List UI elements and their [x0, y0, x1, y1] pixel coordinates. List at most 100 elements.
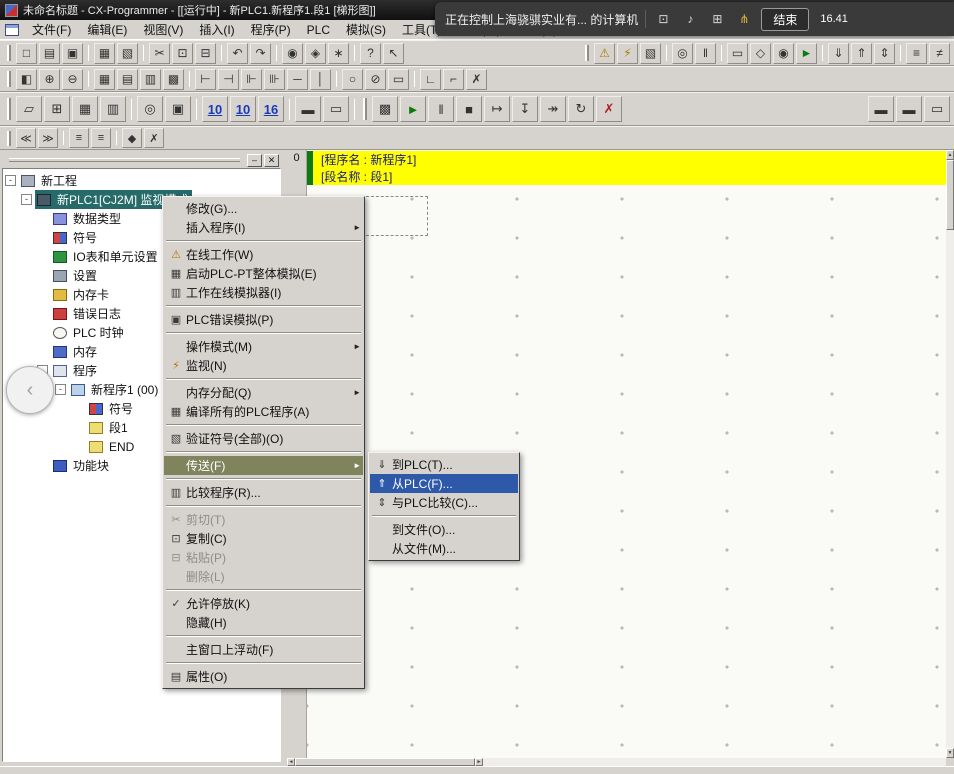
compare-with-plc-button[interactable]: ⇕ — [874, 43, 895, 64]
simulator-stop-button[interactable]: ■ — [456, 96, 482, 122]
scroll-up-button[interactable]: ▲ — [946, 150, 954, 160]
contact-closed-button[interactable]: ⊣ — [218, 69, 239, 90]
debug-mode-button[interactable]: ◇ — [750, 43, 771, 64]
vertical-scrollbar[interactable]: ▲ ▼ — [946, 150, 954, 758]
io-comment-button[interactable]: ▥ — [140, 69, 161, 90]
pane-minimize-button[interactable]: – — [247, 154, 262, 167]
zoom-out-button[interactable]: ⊖ — [62, 69, 83, 90]
instruction-button[interactable]: ▭ — [388, 69, 409, 90]
menu-file[interactable]: 文件(F) — [24, 19, 79, 40]
context-menu-item-modify[interactable]: 修改(G)... — [164, 199, 363, 218]
comment-rows-button[interactable]: ▬ — [295, 96, 321, 122]
cut-button[interactable]: ✂ — [149, 43, 170, 64]
submenu-item-from-file[interactable]: 从文件(M)... — [370, 539, 518, 558]
submenu-item-to-plc[interactable]: ⇓到PLC(T)... — [370, 455, 518, 474]
context-menu-item-memory-allocation[interactable]: 内存分配(Q)► — [164, 383, 363, 402]
context-menu-item-work-online[interactable]: ⚠在线工作(W) — [164, 245, 363, 264]
tile-windows-button[interactable]: ⊞ — [44, 96, 70, 122]
search-all-button[interactable]: ∗ — [328, 43, 349, 64]
horizontal-scroll-thumb[interactable] — [295, 758, 475, 766]
scroll-down-button[interactable]: ▼ — [946, 748, 954, 758]
vertical-scroll-thumb[interactable] — [946, 160, 954, 230]
context-menu-item-verify-symbols[interactable]: ▧验证符号(全部)(O) — [164, 429, 363, 448]
menu-insert[interactable]: 插入(I) — [191, 19, 242, 40]
pane-close-button[interactable]: ✕ — [264, 154, 279, 167]
context-menu-item-float-in-main-window[interactable]: 主窗口上浮动(F) — [164, 640, 363, 659]
vertical-line-button[interactable]: │ — [310, 69, 331, 90]
delete-rung-button[interactable]: ✗ — [466, 69, 487, 90]
redo-button[interactable]: ↷ — [250, 43, 271, 64]
monitor-toggle-button[interactable]: ◎ — [672, 43, 693, 64]
paste-button[interactable]: ⊟ — [195, 43, 216, 64]
horizontal-line-button[interactable]: ─ — [287, 69, 308, 90]
menu-plc[interactable]: PLC — [299, 21, 338, 39]
context-menu-item-plc-error-simulation[interactable]: ▣PLC错误模拟(P) — [164, 310, 363, 329]
expander-icon[interactable]: - — [5, 175, 16, 186]
coil-button[interactable]: ○ — [342, 69, 363, 90]
help-button[interactable]: ? — [360, 43, 381, 64]
step-run-button[interactable]: ↦ — [484, 96, 510, 122]
usb-icon[interactable]: ⋔ — [734, 10, 754, 28]
outdent-rung-button[interactable]: ≪ — [16, 128, 36, 148]
scroll-right-button[interactable]: ► — [475, 758, 483, 766]
symbol-bar-button[interactable]: ≡ — [69, 128, 89, 148]
scan-run-button[interactable]: ↻ — [568, 96, 594, 122]
end-session-button[interactable]: 结束 — [761, 8, 809, 31]
breakpoint-button[interactable]: ✗ — [596, 96, 622, 122]
context-menu-item-copy[interactable]: ⊡复制(C) — [164, 529, 363, 548]
or-contact-closed-button[interactable]: ⊪ — [264, 69, 285, 90]
expand-icon[interactable]: ⊞ — [707, 10, 727, 28]
watch-pane-button[interactable]: ▬ — [896, 96, 922, 122]
transfer-from-plc-button[interactable]: ⇑ — [851, 43, 872, 64]
force-set-button[interactable]: ≡ — [906, 43, 927, 64]
submenu-item-to-file[interactable]: 到文件(O)... — [370, 520, 518, 539]
simulator-online-button[interactable]: ▩ — [372, 96, 398, 122]
rung-comment-button[interactable]: ▩ — [163, 69, 184, 90]
menu-simulation[interactable]: 模拟(S) — [338, 19, 394, 40]
menu-program[interactable]: 程序(P) — [243, 19, 299, 40]
watch-window-button[interactable]: ▥ — [100, 96, 126, 122]
menu-edit[interactable]: 编辑(E) — [79, 19, 135, 40]
closed-coil-button[interactable]: ⊘ — [365, 69, 386, 90]
memory-pane-button[interactable]: ▭ — [924, 96, 950, 122]
remote-side-handle[interactable]: ‹ — [6, 366, 54, 414]
block-end-button[interactable]: ⌐ — [443, 69, 464, 90]
print-button[interactable]: ▦ — [94, 43, 115, 64]
navigate-button[interactable]: ◆ — [122, 128, 142, 148]
block-start-button[interactable]: ∟ — [420, 69, 441, 90]
cross-reference-button[interactable]: ◎ — [137, 96, 163, 122]
submenu-item-from-plc[interactable]: ⇑从PLC(F)... — [370, 474, 518, 493]
comment-bar-button[interactable]: ≡ — [91, 128, 111, 148]
undo-button[interactable]: ↶ — [227, 43, 248, 64]
zoom-in-button[interactable]: ⊕ — [39, 69, 60, 90]
output-window-button[interactable]: ▦ — [72, 96, 98, 122]
display-icon[interactable]: ⊡ — [653, 10, 673, 28]
annotation-rows-button[interactable]: ▭ — [323, 96, 349, 122]
local-symbols-button[interactable]: ▣ — [165, 96, 191, 122]
close-tool-button[interactable]: ✗ — [144, 128, 164, 148]
pause-monitoring-button[interactable]: ‖ — [695, 43, 716, 64]
or-contact-open-button[interactable]: ⊩ — [241, 69, 262, 90]
find-button[interactable]: ◉ — [282, 43, 303, 64]
context-menu-item-monitor[interactable]: ⚡监视(N) — [164, 356, 363, 375]
step-in-button[interactable]: ↧ — [512, 96, 538, 122]
context-menu-item-start-plc-pt-simulation[interactable]: ▦启动PLC-PT整体模拟(E) — [164, 264, 363, 283]
tree-item-new-project[interactable]: - 新工程 — [5, 171, 280, 190]
replace-button[interactable]: ◈ — [305, 43, 326, 64]
expander-icon[interactable]: - — [21, 194, 32, 205]
monitor-mode-button[interactable]: ◉ — [773, 43, 794, 64]
cascade-windows-button[interactable]: ▱ — [16, 96, 42, 122]
indent-rung-button[interactable]: ≫ — [38, 128, 58, 148]
run-mode-button[interactable]: ► — [796, 43, 817, 64]
context-menu-item-transfer[interactable]: 传送(F)► — [164, 456, 363, 475]
expander-icon[interactable]: - — [55, 384, 66, 395]
symbol-table-button[interactable]: ▤ — [117, 69, 138, 90]
force-reset-button[interactable]: ≠ — [929, 43, 950, 64]
copy-button[interactable]: ⊡ — [172, 43, 193, 64]
context-menu-item-properties[interactable]: ▤属性(O) — [164, 667, 363, 686]
context-menu-item-compare-program[interactable]: ▥比较程序(R)... — [164, 483, 363, 502]
zoom-10-button[interactable]: 10 — [202, 96, 228, 122]
horizontal-scrollbar[interactable]: ◄ ► — [287, 758, 946, 766]
toggle-project-tree-button[interactable]: ◧ — [16, 69, 37, 90]
submenu-item-compare-with-plc[interactable]: ⇕与PLC比较(C)... — [370, 493, 518, 512]
